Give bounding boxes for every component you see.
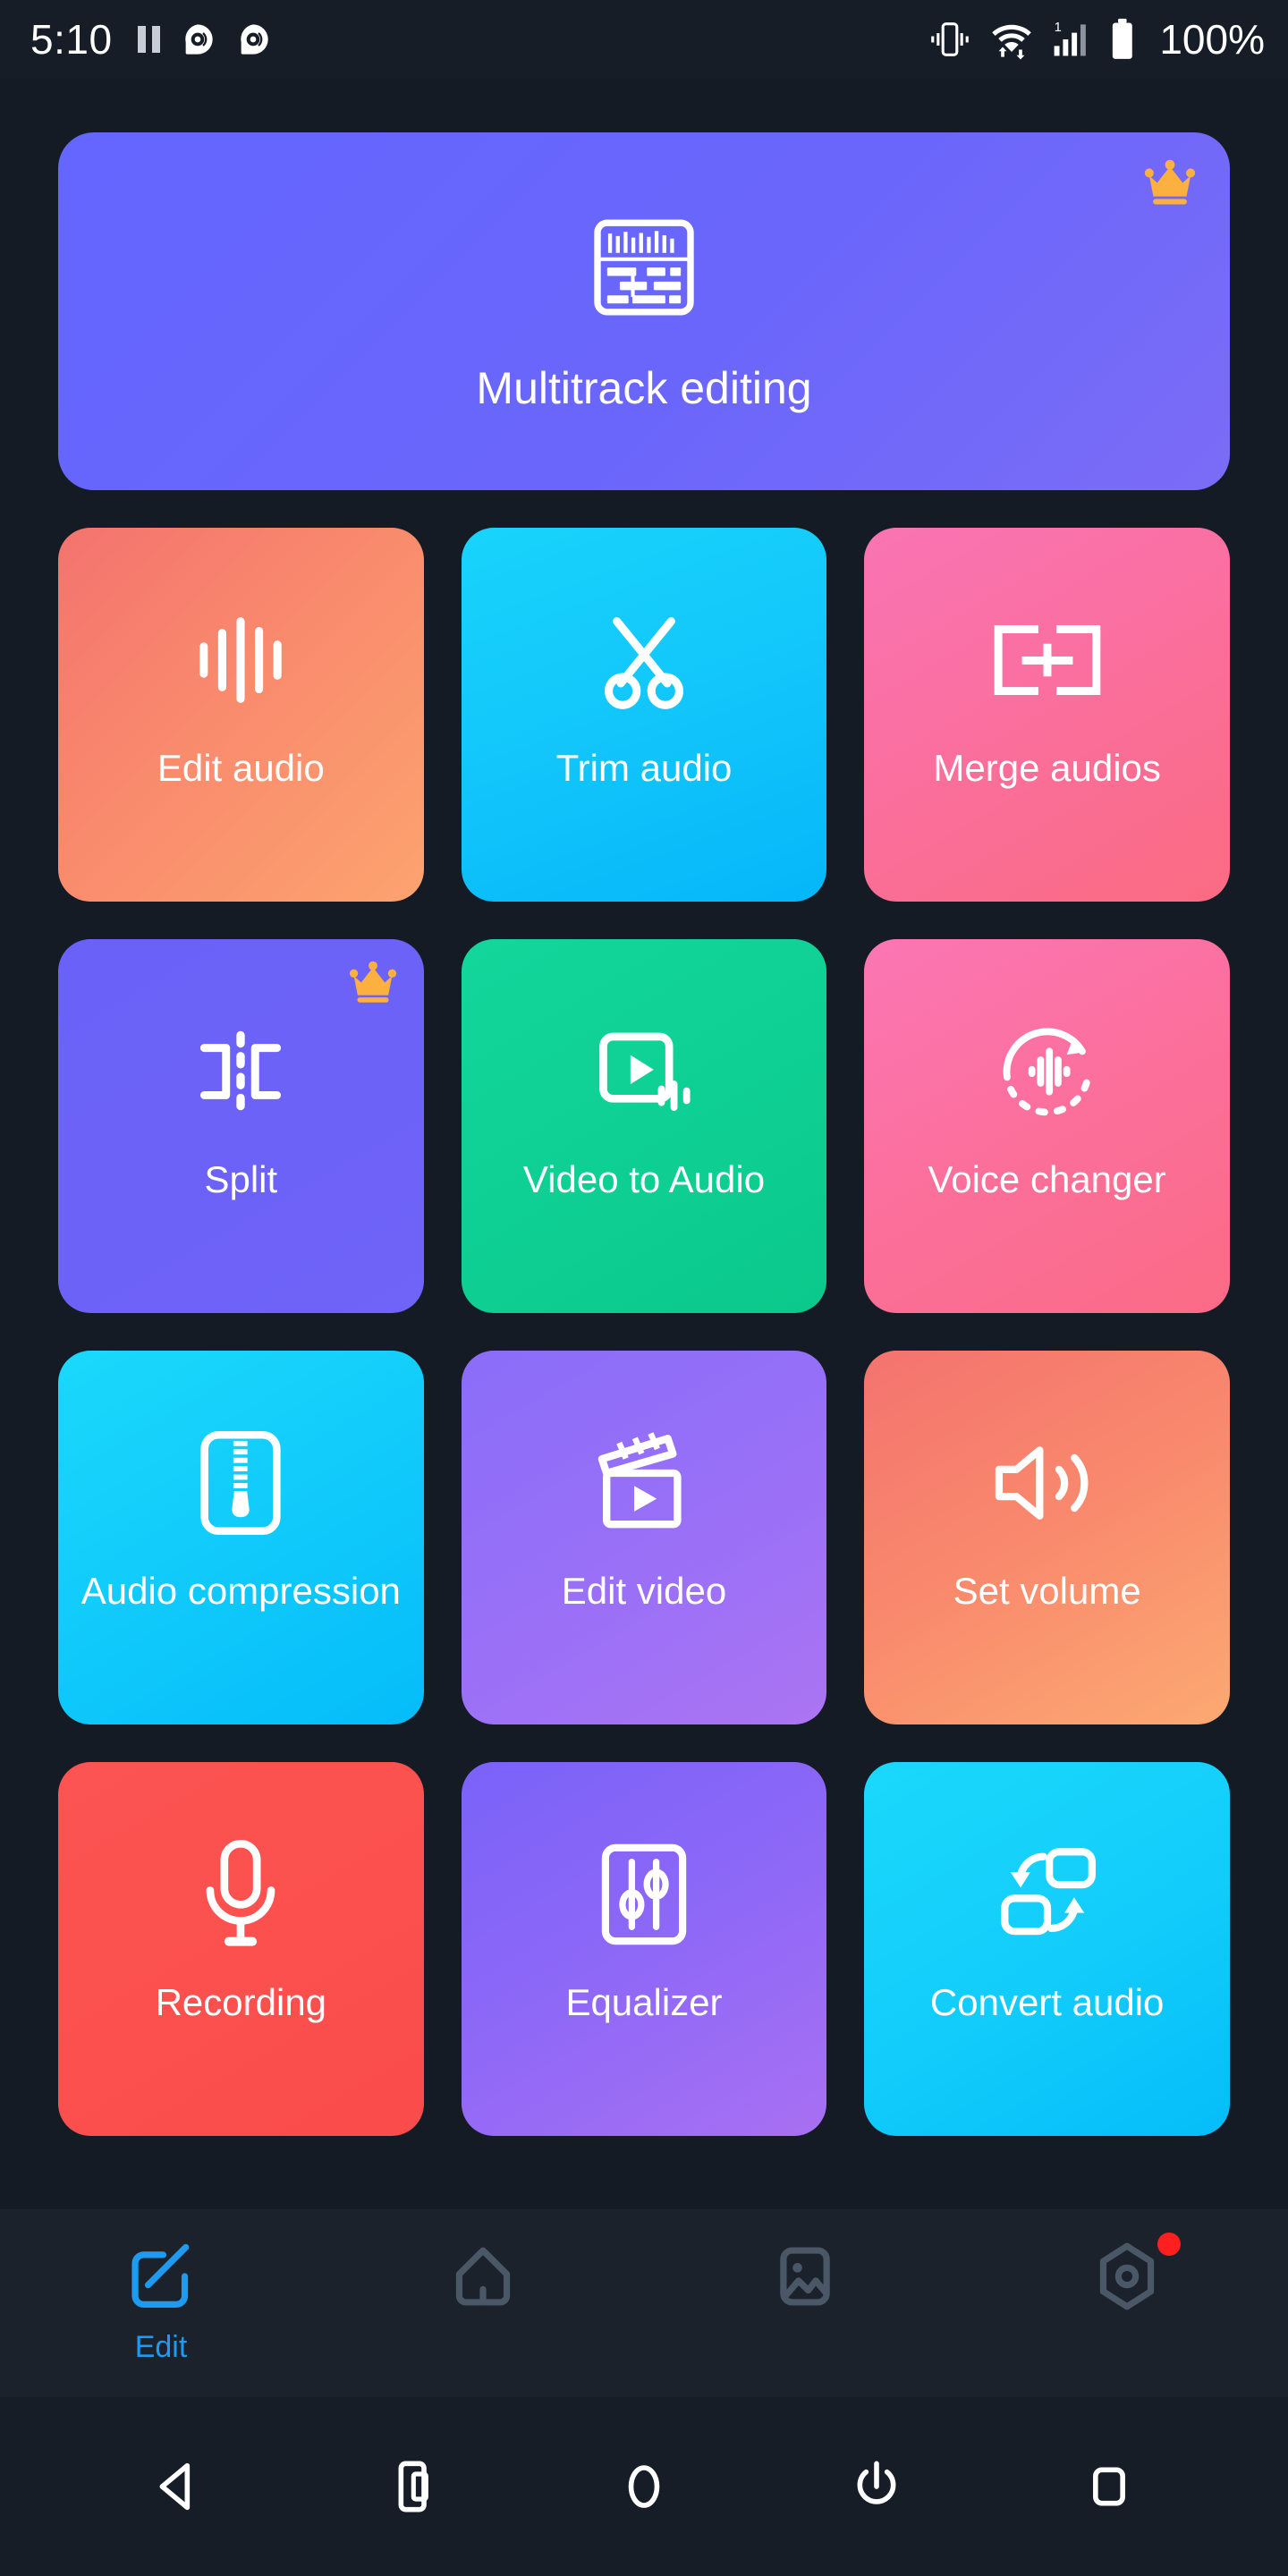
merge-blocks-icon — [989, 597, 1106, 723]
tab-gallery[interactable] — [644, 2240, 966, 2318]
home-circle-icon[interactable] — [590, 2433, 698, 2540]
tab-edit[interactable]: Edit — [0, 2240, 322, 2365]
app-screen: 5:10 1 100% Multitrack editing Edit audi… — [0, 0, 1288, 2576]
tile-label: Video to Audio — [522, 1158, 766, 1200]
tile-convert-audio[interactable]: Convert audio — [864, 1762, 1230, 2136]
main-content: Multitrack editing Edit audio Trim audio… — [0, 79, 1288, 2209]
tile-label: Edit video — [561, 1570, 727, 1612]
tile-edit-audio[interactable]: Edit audio — [58, 528, 424, 902]
signal-bars-icon: 1 — [1054, 21, 1087, 56]
tile-label: Edit audio — [157, 747, 325, 789]
power-icon[interactable] — [823, 2433, 930, 2540]
tile-video-to-audio[interactable]: Video to Audio — [461, 939, 827, 1313]
multitrack-mixer-icon — [586, 209, 702, 330]
tile-label: Equalizer — [565, 1981, 723, 2023]
tile-label: Set volume — [953, 1570, 1141, 1612]
android-nav-bar — [0, 2397, 1288, 2576]
screenshot-icon[interactable] — [358, 2433, 465, 2540]
tab-settings[interactable] — [966, 2233, 1288, 2318]
home-icon — [446, 2240, 520, 2318]
speaker-volume-icon — [987, 1420, 1107, 1546]
tile-split[interactable]: Split — [58, 939, 424, 1313]
status-bar-clock: 5:10 — [30, 16, 113, 63]
tile-recording[interactable]: Recording — [58, 1762, 424, 2136]
voice-changer-icon — [989, 1009, 1106, 1134]
tile-edit-video[interactable]: Edit video — [461, 1351, 827, 1724]
zipper-icon — [189, 1420, 292, 1546]
wifi-data-icon — [992, 24, 1032, 60]
convert-swap-icon — [989, 1832, 1106, 1957]
notification-badge-dot — [1157, 2233, 1181, 2256]
tile-label: Trim audio — [555, 747, 733, 789]
tile-trim-audio[interactable]: Trim audio — [461, 528, 827, 902]
tile-label: Voice changer — [928, 1158, 1166, 1200]
tile-label: Audio compression — [80, 1570, 401, 1612]
tab-home[interactable] — [322, 2240, 644, 2318]
clapperboard-icon — [585, 1420, 703, 1546]
status-bar: 5:10 1 100% — [0, 0, 1288, 79]
scissors-icon — [586, 597, 702, 723]
waveform-bars-icon — [182, 597, 299, 723]
battery-percentage: 100% — [1159, 16, 1265, 63]
gallery-image-icon — [768, 2240, 842, 2318]
cast-audio-icon — [184, 24, 213, 55]
pause-icon — [137, 26, 160, 53]
tile-merge-audios[interactable]: Merge audios — [864, 528, 1230, 902]
tile-set-volume[interactable]: Set volume — [864, 1351, 1230, 1724]
battery-icon — [1113, 18, 1133, 59]
signal-label: 1 — [1055, 21, 1062, 35]
split-brackets-icon — [182, 1009, 299, 1134]
settings-gear-icon — [1090, 2240, 1164, 2318]
crown-icon — [1142, 159, 1198, 212]
bottom-tab-bar: Edit — [0, 2209, 1288, 2397]
cast-audio-icon — [240, 24, 268, 55]
tile-label: Convert audio — [929, 1981, 1165, 2023]
tile-label: Split — [204, 1158, 278, 1200]
edit-square-icon — [124, 2240, 198, 2318]
status-bar-right-icons: 1 100% — [927, 15, 1265, 64]
banner-label: Multitrack editing — [476, 362, 812, 413]
tile-audio-compression[interactable]: Audio compression — [58, 1351, 424, 1724]
tile-voice-changer[interactable]: Voice changer — [864, 939, 1230, 1313]
feature-grid: Edit audio Trim audio Merge audios Split… — [58, 528, 1230, 2136]
video-audio-icon — [586, 1009, 702, 1134]
crown-icon — [347, 961, 399, 1010]
tile-label: Recording — [155, 1981, 327, 2023]
microphone-icon — [188, 1832, 293, 1957]
tile-label: Merge audios — [933, 747, 1161, 789]
multitrack-editing-banner[interactable]: Multitrack editing — [58, 132, 1230, 490]
back-triangle-icon[interactable] — [125, 2433, 233, 2540]
vibrate-icon — [931, 22, 970, 56]
tile-equalizer[interactable]: Equalizer — [461, 1762, 827, 2136]
equalizer-sliders-icon — [591, 1832, 697, 1957]
status-bar-left-icons — [137, 21, 271, 57]
recents-square-icon[interactable] — [1055, 2433, 1163, 2540]
tab-label-edit: Edit — [134, 2330, 188, 2364]
